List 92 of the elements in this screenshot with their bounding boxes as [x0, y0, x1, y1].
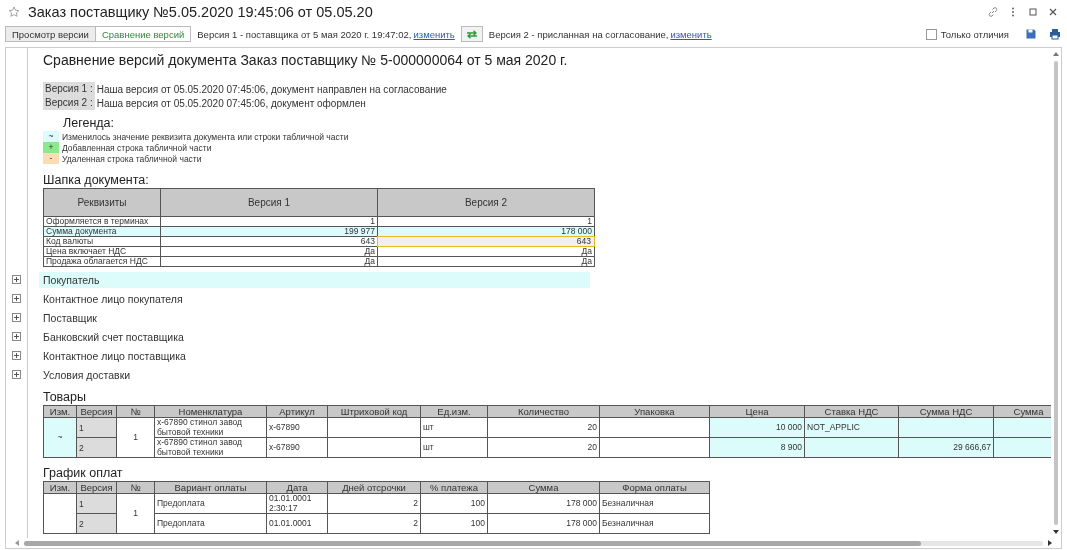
column-header: Дней отсрочки — [327, 481, 421, 494]
column-header: Версия — [76, 405, 117, 418]
save-icon[interactable] — [1025, 28, 1037, 40]
table-cell: Цена включает НДС — [43, 246, 161, 257]
star-icon[interactable] — [8, 6, 20, 18]
view-tab[interactable]: Сравнение версий — [94, 26, 192, 42]
column-header: Изм. — [43, 481, 77, 494]
column-header: № — [116, 481, 155, 494]
group-label: Покупатель — [39, 271, 590, 288]
column-header: Упаковка — [599, 405, 710, 418]
column-header: Номенклатура — [154, 405, 267, 418]
group-label: Контактное лицо покупателя — [42, 291, 184, 307]
section-title: Шапка документа: — [43, 173, 150, 188]
expand-icon[interactable] — [12, 370, 21, 379]
column-header: Версия 1 — [160, 188, 378, 217]
print-icon[interactable] — [1049, 28, 1061, 40]
group-label: Поставщик — [42, 310, 98, 326]
legend-mark: - — [43, 153, 59, 164]
table-cell: 1 — [377, 216, 595, 227]
expand-icon[interactable] — [12, 275, 21, 284]
version-label: Версия 2 - присланная на согласование, — [488, 28, 669, 40]
version-description: Наша версия от 05.05.2020 07:45:06, документ направлен на согласование — [96, 83, 447, 95]
table-cell: Да — [160, 256, 378, 267]
expand-icon[interactable] — [12, 332, 21, 341]
column-header: Артикул — [266, 405, 328, 418]
view-tab[interactable]: Просмотр версии — [5, 26, 96, 42]
column-header: % платежа — [420, 481, 488, 494]
column-header: Сумма — [487, 481, 600, 494]
column-header: Ставка НДС — [804, 405, 899, 418]
scroll-right-icon[interactable] — [1047, 540, 1053, 546]
table-cell: Оформляется в терминах — [43, 216, 161, 227]
column-header: Вариант оплаты — [154, 481, 267, 494]
swap-button[interactable] — [460, 26, 483, 42]
scroll-down-icon[interactable] — [1053, 529, 1059, 535]
group-label: Контактное лицо поставщика — [42, 348, 187, 364]
legend-mark: ~ — [43, 131, 59, 142]
version-tag: Версия 2 : — [43, 96, 95, 110]
column-header: Реквизиты — [43, 188, 161, 217]
checkbox-label: Только отличия — [940, 28, 1009, 40]
expand-icon[interactable] — [12, 294, 21, 303]
column-header: Дата — [266, 481, 328, 494]
section-title: Товары — [43, 390, 87, 405]
change-cell: ~ — [43, 417, 77, 458]
column-header: Версия — [76, 481, 117, 494]
scroll-left-icon[interactable] — [14, 540, 20, 546]
table-cell: Да — [377, 256, 595, 267]
link-icon[interactable] — [987, 6, 999, 18]
change-link[interactable]: изменить — [670, 28, 712, 40]
table-cell: Да — [160, 246, 378, 257]
vertical-scrollbar[interactable] — [1054, 61, 1058, 525]
table-cell: 1 — [160, 216, 378, 227]
version-description: Наша версия от 05.05.2020 07:45:06, документ оформлен — [96, 97, 366, 109]
section-title: График оплат — [43, 466, 124, 481]
table-cell: 199 977 — [160, 226, 378, 237]
table-cell: Код валюты — [43, 236, 161, 247]
column-header: Сумма — [993, 405, 1051, 418]
column-header: Цена — [709, 405, 805, 418]
swap-arrows-icon — [465, 29, 478, 39]
table-cell: Да — [377, 246, 595, 257]
column-header: Штриховой код — [327, 405, 421, 418]
change-link[interactable]: изменить — [413, 28, 455, 40]
column-header: Версия 2 — [377, 188, 595, 217]
table-cell: 643 — [160, 236, 378, 247]
legend-text: Удаленная строка табличной части — [62, 153, 202, 164]
column-header: Ед.изм. — [420, 405, 488, 418]
scroll-up-icon[interactable] — [1053, 51, 1059, 57]
number-cell: 1 — [116, 493, 155, 534]
column-header: Сумма НДС — [898, 405, 994, 418]
group-label: Условия доставки — [42, 367, 132, 383]
window-title: Заказ поставщику №5.05.2020 19:45:06 от 05.05.20 — [28, 4, 374, 20]
number-cell: 1 — [116, 417, 155, 458]
close-icon[interactable] — [1047, 6, 1059, 18]
horizontal-scrollbar[interactable] — [24, 540, 921, 546]
version-label: Версия 1 - поставщика от 5 мая 2020 г. 19:47:02, — [197, 28, 412, 40]
legend-text: Изменилось значение реквизита документа или строки табличной части — [62, 131, 349, 142]
expand-icon[interactable] — [12, 313, 21, 322]
column-header: Форма оплаты — [599, 481, 710, 494]
version-tag: Версия 1 : — [43, 82, 95, 96]
table-cell: Сумма документа — [43, 226, 161, 237]
maximize-icon[interactable] — [1027, 6, 1039, 18]
group-label: Банковский счет поставщика — [42, 329, 185, 345]
table-cell: Продажа облагается НДС — [43, 256, 161, 267]
column-header: Изм. — [43, 405, 77, 418]
column-header: № — [116, 405, 155, 418]
column-header: Количество — [487, 405, 600, 418]
checkbox[interactable] — [925, 28, 937, 40]
table-cell: 643 — [377, 236, 595, 247]
document-title: Сравнение версий документа Заказ поставщику № 5-000000064 от 5 мая 2020 г. — [43, 51, 569, 70]
expand-icon[interactable] — [12, 351, 21, 360]
legend-mark: + — [43, 142, 59, 153]
legend-title: Легенда: — [63, 116, 115, 130]
legend-text: Добавленная строка табличной части — [62, 142, 212, 153]
